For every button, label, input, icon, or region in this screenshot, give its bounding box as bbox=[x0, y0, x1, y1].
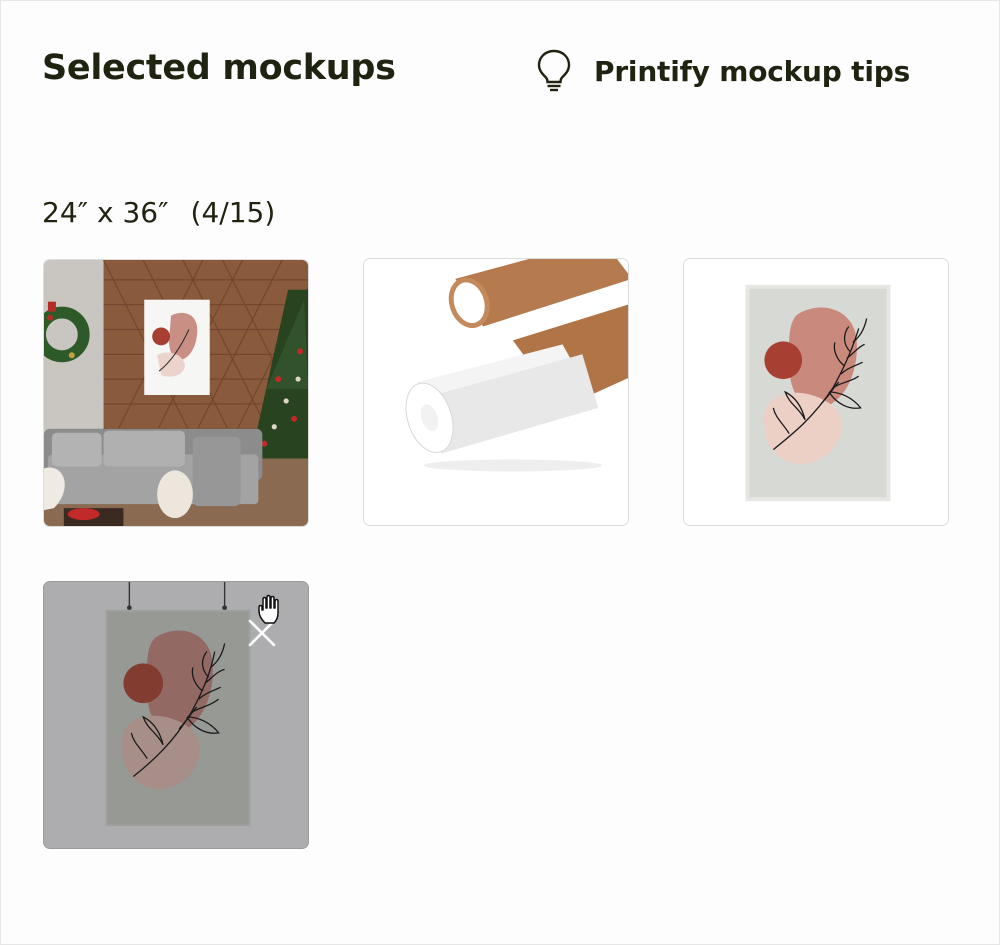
page-title: Selected mockups bbox=[42, 48, 396, 88]
size-label: 24″ x 36″ bbox=[42, 196, 169, 229]
mockup-card-living-room[interactable] bbox=[43, 259, 309, 527]
mockup-tips-link[interactable]: Printify mockup tips bbox=[536, 48, 910, 94]
mockup-card-poster-tubes[interactable] bbox=[363, 258, 629, 526]
living-room-mockup-image bbox=[44, 260, 308, 526]
flat-poster-mockup-image bbox=[684, 259, 948, 525]
mockup-count: (4/15) bbox=[190, 196, 276, 229]
mockup-tips-label: Printify mockup tips bbox=[594, 54, 911, 88]
close-icon[interactable] bbox=[244, 615, 280, 651]
size-group-heading: 24″ x 36″ (4/15) bbox=[42, 196, 275, 229]
mockup-card-flat-poster[interactable] bbox=[683, 258, 949, 526]
poster-tubes-mockup-image bbox=[364, 259, 628, 525]
lightbulb-icon bbox=[537, 49, 571, 92]
